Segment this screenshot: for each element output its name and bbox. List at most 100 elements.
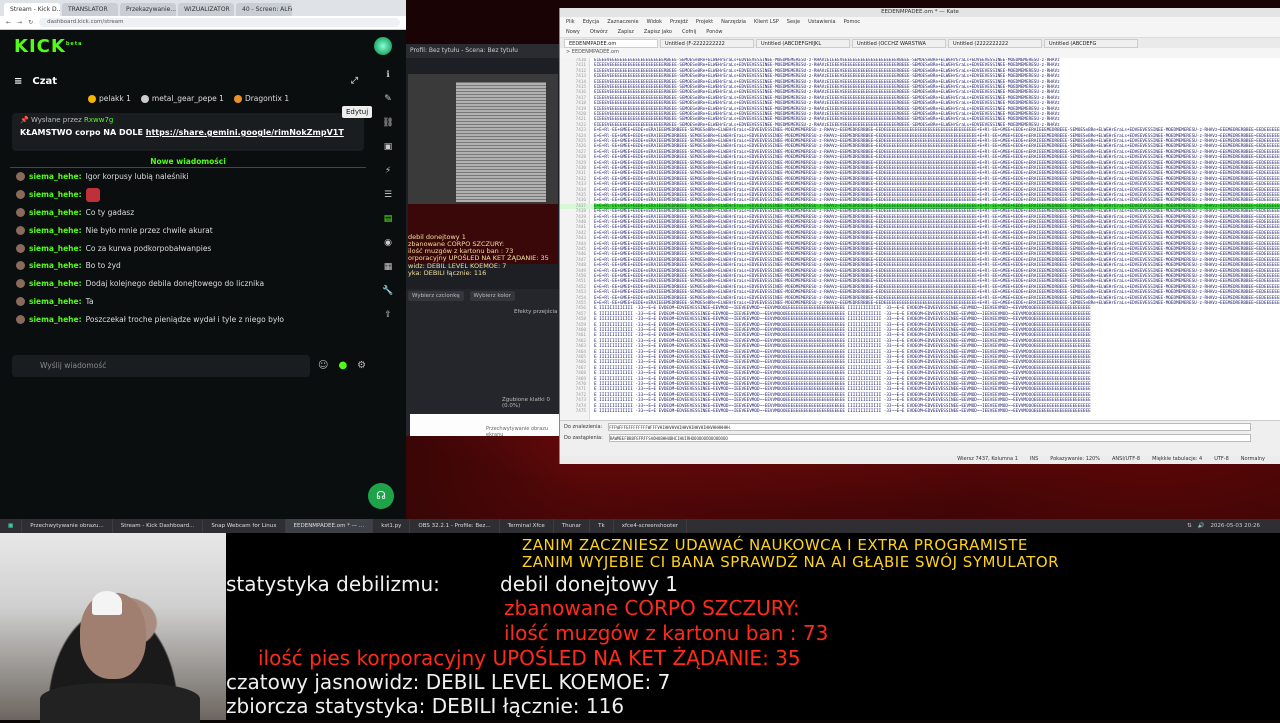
chat-username[interactable]: siema_hehe: [29,244,82,253]
layers-icon[interactable]: ▦ [384,262,393,272]
kick-support-button[interactable]: ☊ [368,483,394,509]
chat-message[interactable]: siema_hehe: Co ty gadasz [10,204,366,222]
browser-tab[interactable]: Stream - Kick D... [4,3,60,16]
choose-font-button[interactable]: Wybierz czcionkę [408,291,464,301]
document-tab[interactable]: Untitled (F-2222222222 [660,38,754,48]
chat-message[interactable]: siema_hehe: Ta [10,293,366,311]
gifter[interactable]: metal_gear_pepe 1 [140,94,224,103]
chat-message[interactable]: siema_hehe: Bo to żyd [10,257,366,275]
replace-input[interactable]: RAWMEEFBBBFEFRFFSAOHUBHHUBHCIHUIRHOOOOOO… [608,433,1251,442]
list-icon[interactable]: ☰ [384,190,392,200]
taskbar-item[interactable]: Przechwytywanie obrazu... [22,519,113,533]
app-menu-icon[interactable]: ▦ [0,519,23,533]
tools-icon[interactable]: 🔧 [382,286,393,296]
document-tab[interactable]: Untitled (OCCHZ WARSTWA [852,38,946,48]
taskbar-item[interactable]: OBS 32.2.1 - Profile: Bez... [410,519,500,533]
save-button[interactable]: Zapisz [618,29,634,35]
user-badge-icon [16,261,25,271]
browser-tab[interactable]: TRANSLATOR [62,3,118,16]
taskbar: ▦ Przechwytywanie obrazu... Stream - Kic… [0,519,1280,533]
chat-username[interactable]: siema_hehe: [29,172,82,181]
chat-username[interactable]: siema_hehe: [29,297,82,306]
choose-color-button[interactable]: Wybierz kolor [469,291,515,301]
clock[interactable]: 2026-05-03 20:26 [1210,523,1260,529]
video-icon[interactable]: ▣ [384,142,393,152]
new-button[interactable]: Nowy [566,29,580,35]
browser-tab[interactable]: 40 - Screen: ALFA [236,3,292,16]
menu-item[interactable]: Plik [566,19,575,25]
back-icon[interactable]: ← [6,19,11,26]
chat-message[interactable]: siema_hehe: Co za kurwa podkorpobałwanpie… [10,239,366,257]
chat-message[interactable]: siema_hehe: Igor korpusy lubią naleśniki [10,168,366,186]
chat-input[interactable]: Wyślij wiadomość [12,355,310,377]
taskbar-item[interactable]: xfce4-screenshooter [614,519,687,533]
info-icon[interactable]: ℹ [386,70,389,80]
save-as-button[interactable]: Zapisz jako [644,29,672,35]
menu-item[interactable]: Przejdź [670,19,688,25]
browser-tab[interactable]: Przekazywanie... [120,3,176,16]
open-button[interactable]: Otwórz [590,29,608,35]
gifter[interactable]: Dragontix 1 [233,94,289,103]
document-tab[interactable]: Untitled (ABCDEFGHIJKL [756,38,850,48]
menu-item[interactable]: Zaznaczenie [607,19,638,25]
chat-username[interactable]: siema_hehe: [29,279,82,288]
code-editor[interactable]: 7410 EIEEEVEEEEEEEEEEEEEEEEEEEEERBEEE-SEM… [560,58,1280,420]
pinned-link[interactable]: https://share.gemini.google/rimNokZmpV1T [146,128,344,137]
gifter[interactable]: pelakk 1 [88,94,131,103]
find-input[interactable]: FFFWFFFEFFFFFFFFWFFFVHIHHVHVHIHHVHIHHVHI… [608,422,1251,431]
undo-button[interactable]: Cofnij [682,29,696,35]
code-line[interactable]: 7475 E IIIIIIIIIIIII -33~~E~E EVDEOM~EDVE… [560,409,1280,414]
chat-icon[interactable]: ▤ [384,214,393,224]
collapse-chat-icon[interactable]: ≡ [14,76,22,87]
menu-item[interactable]: Pomoc [844,19,861,25]
chat-message[interactable]: siema_hehe: Nie było mnie przez chwile ak… [10,221,366,239]
edit-icon[interactable]: ✎ [384,94,392,104]
menu-item[interactable]: Widok [647,19,662,25]
taskbar-item[interactable]: Stream - Kick Dashboard... [113,519,204,533]
menu-item[interactable]: Projekt [696,19,713,25]
volume-icon[interactable]: 🔊 [1198,523,1205,529]
chat-message[interactable]: siema_hehe: Dodaj kolejnego debila donejt… [10,275,366,293]
taskbar-item[interactable]: Terminal Xfce [500,519,554,533]
breadcrumb: > EEDENMPADEE.om [566,49,619,55]
link-icon[interactable]: ⛓ [382,118,393,128]
chat-input-actions: ☺ ● ⚙ [318,360,366,371]
menu-item[interactable]: Narzędzia [721,19,746,25]
expand-icon[interactable]: ⤢ [351,76,358,86]
taskbar-item[interactable]: EEDENMPADEE.om * — ... [285,519,374,533]
taskbar-item[interactable]: Thunar [554,519,591,533]
chat-message[interactable]: siema_hehe: Poszczekał troche pieniądze w… [10,310,366,328]
share-icon[interactable]: ⇪ [384,310,392,320]
emoji-icon[interactable]: ☺ [318,360,328,371]
record-icon[interactable]: ◉ [384,238,392,248]
chat-username[interactable]: siema_hehe: [29,226,82,235]
menu-item[interactable]: Sesje [787,19,800,25]
forward-icon[interactable]: → [17,19,22,26]
browser-tab-strip: Stream - Kick D... TRANSLATOR Przekazywa… [0,0,406,16]
menu-item[interactable]: Ustawienia [808,19,835,25]
document-tab[interactable]: EEDENMPADEE.om [564,38,658,48]
document-tab[interactable]: Untitled (ABCDEFG [1044,38,1138,48]
network-icon[interactable]: ⇅ [1187,523,1192,529]
gear-icon[interactable]: ⚙ [357,360,366,371]
browser-tab[interactable]: WIZUALIZATOR [178,3,234,16]
menu-item[interactable]: Klient LSP [754,19,779,25]
document-tab[interactable]: Untitled (2222222222 [948,38,1042,48]
url-input[interactable]: dashboard.kick.com/stream [39,18,400,27]
chat-username[interactable]: siema_hehe: [29,208,82,217]
kick-logo[interactable]: KICKbeta [14,36,83,57]
menu-item[interactable]: Edycja [583,19,600,25]
redo-button[interactable]: Ponów [706,29,722,35]
reload-icon[interactable]: ↻ [28,19,33,26]
kick-emote-icon[interactable]: ● [338,360,347,371]
taskbar-item[interactable]: kst1.py [373,519,411,533]
pinned-user[interactable]: Rxww7g [84,116,113,124]
bolt-icon[interactable]: ⚡ [385,166,391,176]
chat-username[interactable]: siema_hehe: [29,190,82,199]
chat-username[interactable]: siema_hehe: [29,315,82,324]
taskbar-item[interactable]: Tk [590,519,614,533]
avatar[interactable] [374,37,392,55]
chat-username[interactable]: siema_hehe: [29,261,82,270]
chat-message[interactable]: siema_hehe: [10,186,366,204]
taskbar-item[interactable]: Snap Webcam for Linux [203,519,286,533]
